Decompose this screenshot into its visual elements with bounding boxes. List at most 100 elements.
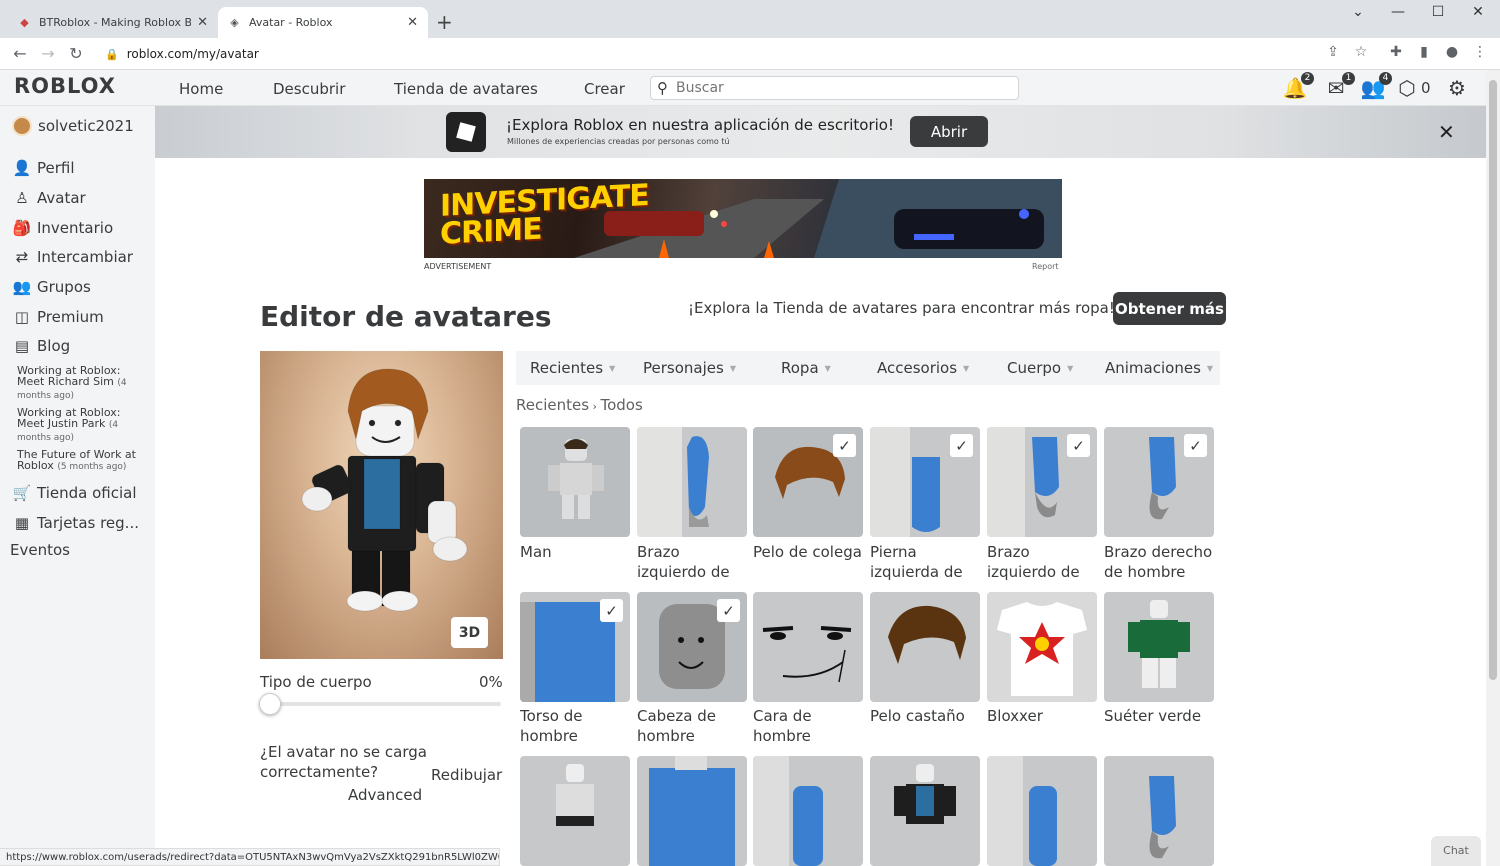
item-tile[interactable]: ✓ <box>520 592 630 702</box>
close-tab-icon[interactable]: ✕ <box>197 15 208 30</box>
settings-gear-icon[interactable]: ⚙ <box>1444 76 1470 100</box>
advanced-link[interactable]: Advanced <box>348 786 422 804</box>
side-panel-icon[interactable]: ▮ <box>1413 44 1435 60</box>
item-tile[interactable] <box>520 427 630 537</box>
tab-accesorios[interactable]: Accesorios ▼ <box>877 359 969 377</box>
chevron-down-icon: ▼ <box>1206 363 1214 373</box>
browser-tab-avatar[interactable]: ◈ Avatar - Roblox ✕ <box>218 7 428 38</box>
item-tile[interactable]: ✓ <box>1104 427 1214 537</box>
avatar-preview[interactable] <box>260 351 503 659</box>
share-icon[interactable]: ⇪ <box>1322 44 1344 60</box>
friends-badge: 4 <box>1379 72 1392 85</box>
checkmark-icon: ✓ <box>1184 434 1207 457</box>
cart-icon: 🛒 <box>12 484 32 502</box>
report-ad-link[interactable]: Report <box>1032 262 1059 271</box>
tab-recientes[interactable]: Recientes ▼ <box>530 359 615 377</box>
tab-label: Personajes <box>643 359 724 377</box>
sidebar-item-inventario[interactable]: 🎒 Inventario <box>12 219 113 237</box>
backpack-icon: 🎒 <box>12 219 32 237</box>
messages-icon[interactable]: ✉ 1 <box>1323 72 1355 100</box>
blog-post-link[interactable]: Working at Roblox: Meet Richard Sim (4 m… <box>17 365 147 402</box>
breadcrumb-parent[interactable]: Recientes <box>516 396 589 414</box>
notifications-badge: 2 <box>1301 72 1314 85</box>
url-field[interactable]: 🔒 roblox.com/my/avatar <box>105 42 1305 66</box>
browser-tab-btroblox[interactable]: ◆ BTRoblox - Making Roblox Bette ✕ <box>8 7 218 38</box>
sidebar-item-tienda-oficial[interactable]: 🛒 Tienda oficial <box>12 484 137 502</box>
sidebar-item-avatar[interactable]: ♙ Avatar <box>12 189 85 207</box>
sidebar-item-label: Tienda oficial <box>37 484 137 502</box>
blog-post-link[interactable]: The Future of Work at Roblox (5 months a… <box>17 449 147 473</box>
item-name: Cara de hombre <box>753 706 870 746</box>
close-window-icon[interactable]: ✕ <box>1458 4 1498 20</box>
bookmark-star-icon[interactable]: ☆ <box>1350 44 1372 60</box>
item-tile[interactable] <box>870 756 980 866</box>
sidebar-item-perfil[interactable]: 👤 Perfil <box>12 159 75 177</box>
torso-thumbnail <box>649 756 735 866</box>
item-tile[interactable] <box>753 592 863 702</box>
forward-icon[interactable]: → <box>38 44 58 63</box>
item-name-line: Brazo <box>637 543 680 561</box>
new-tab-icon[interactable]: + <box>436 10 453 34</box>
item-tile[interactable] <box>870 592 980 702</box>
body-type-slider-track[interactable] <box>265 702 501 706</box>
item-tile[interactable] <box>1104 756 1214 866</box>
tab-cuerpo[interactable]: Cuerpo ▼ <box>1007 359 1073 377</box>
robux-icon[interactable]: ⬡ <box>1394 76 1420 100</box>
sidebar-item-label: Premium <box>37 308 104 326</box>
tab-personajes[interactable]: Personajes ▼ <box>643 359 736 377</box>
sidebar-item-grupos[interactable]: 👥 Grupos <box>12 278 91 296</box>
profile-icon[interactable]: ● <box>1441 44 1463 60</box>
item-tile[interactable] <box>987 592 1097 702</box>
redraw-button[interactable]: Redibujar <box>431 766 502 784</box>
roblox-logo[interactable]: ROBLOX <box>14 74 116 98</box>
notifications-icon[interactable]: 🔔 2 <box>1282 72 1314 100</box>
roblox-favicon-icon: ◈ <box>230 16 239 29</box>
sidebar-item-tarjetas[interactable]: ▦ Tarjetas reg... <box>12 514 139 532</box>
extensions-icon[interactable]: ✚ <box>1385 44 1407 60</box>
reload-icon[interactable]: ↻ <box>66 44 86 63</box>
back-icon[interactable]: ← <box>10 44 30 63</box>
item-tile[interactable] <box>753 756 863 866</box>
user-profile-link[interactable]: solvetic2021 <box>12 116 134 136</box>
search-icon: ⚲ <box>657 79 668 97</box>
minimize-icon[interactable]: — <box>1378 4 1418 20</box>
item-tile[interactable] <box>520 756 630 866</box>
open-app-button[interactable]: Abrir <box>910 116 988 147</box>
item-name: Torso de hombre <box>520 706 637 746</box>
item-tile[interactable] <box>637 756 747 866</box>
menu-kebab-icon[interactable]: ⋮ <box>1469 44 1491 60</box>
scrollbar-thumb[interactable] <box>1489 80 1497 680</box>
bloxxer-shirt-thumbnail <box>997 602 1087 696</box>
item-tile[interactable] <box>637 427 747 537</box>
body-type-slider-thumb[interactable] <box>259 693 281 715</box>
tab-search-icon[interactable]: ⌄ <box>1338 4 1378 20</box>
nav-home[interactable]: Home <box>179 80 223 98</box>
checkmark-icon: ✓ <box>717 599 740 622</box>
maximize-icon[interactable]: ☐ <box>1418 4 1458 20</box>
friends-icon[interactable]: 👥 4 <box>1360 72 1392 100</box>
gift-card-icon: ▦ <box>14 514 30 532</box>
sidebar-item-blog[interactable]: ▤ Blog <box>12 337 70 355</box>
tab-ropa[interactable]: Ropa ▼ <box>781 359 831 377</box>
close-banner-icon[interactable]: ✕ <box>1438 120 1455 144</box>
tab-animaciones[interactable]: Animaciones ▼ <box>1105 359 1213 377</box>
sidebar-item-premium[interactable]: ◫ Premium <box>12 308 104 326</box>
sidebar-item-intercambiar[interactable]: ⇄ Intercambiar <box>12 248 133 266</box>
item-tile[interactable]: ✓ <box>987 427 1097 537</box>
search-box[interactable]: ⚲ <box>650 76 1019 100</box>
nav-descubrir[interactable]: Descubrir <box>273 80 345 98</box>
item-tile[interactable]: ✓ <box>637 592 747 702</box>
get-more-button[interactable]: Obtener más <box>1113 292 1226 325</box>
toggle-3d-button[interactable]: 3D <box>451 617 488 648</box>
blog-post-link[interactable]: Working at Roblox: Meet Justin Park (4 m… <box>17 407 147 444</box>
item-tile[interactable]: ✓ <box>753 427 863 537</box>
search-input[interactable] <box>676 80 996 96</box>
item-tile[interactable] <box>987 756 1097 866</box>
nav-tienda-avatares[interactable]: Tienda de avatares <box>394 80 538 98</box>
item-tile[interactable]: ✓ <box>870 427 980 537</box>
sidebar-item-eventos[interactable]: Eventos <box>10 541 70 559</box>
close-tab-icon[interactable]: ✕ <box>407 15 418 30</box>
chat-button[interactable]: Chat <box>1431 836 1481 866</box>
item-tile[interactable] <box>1104 592 1214 702</box>
nav-crear[interactable]: Crear <box>584 80 625 98</box>
